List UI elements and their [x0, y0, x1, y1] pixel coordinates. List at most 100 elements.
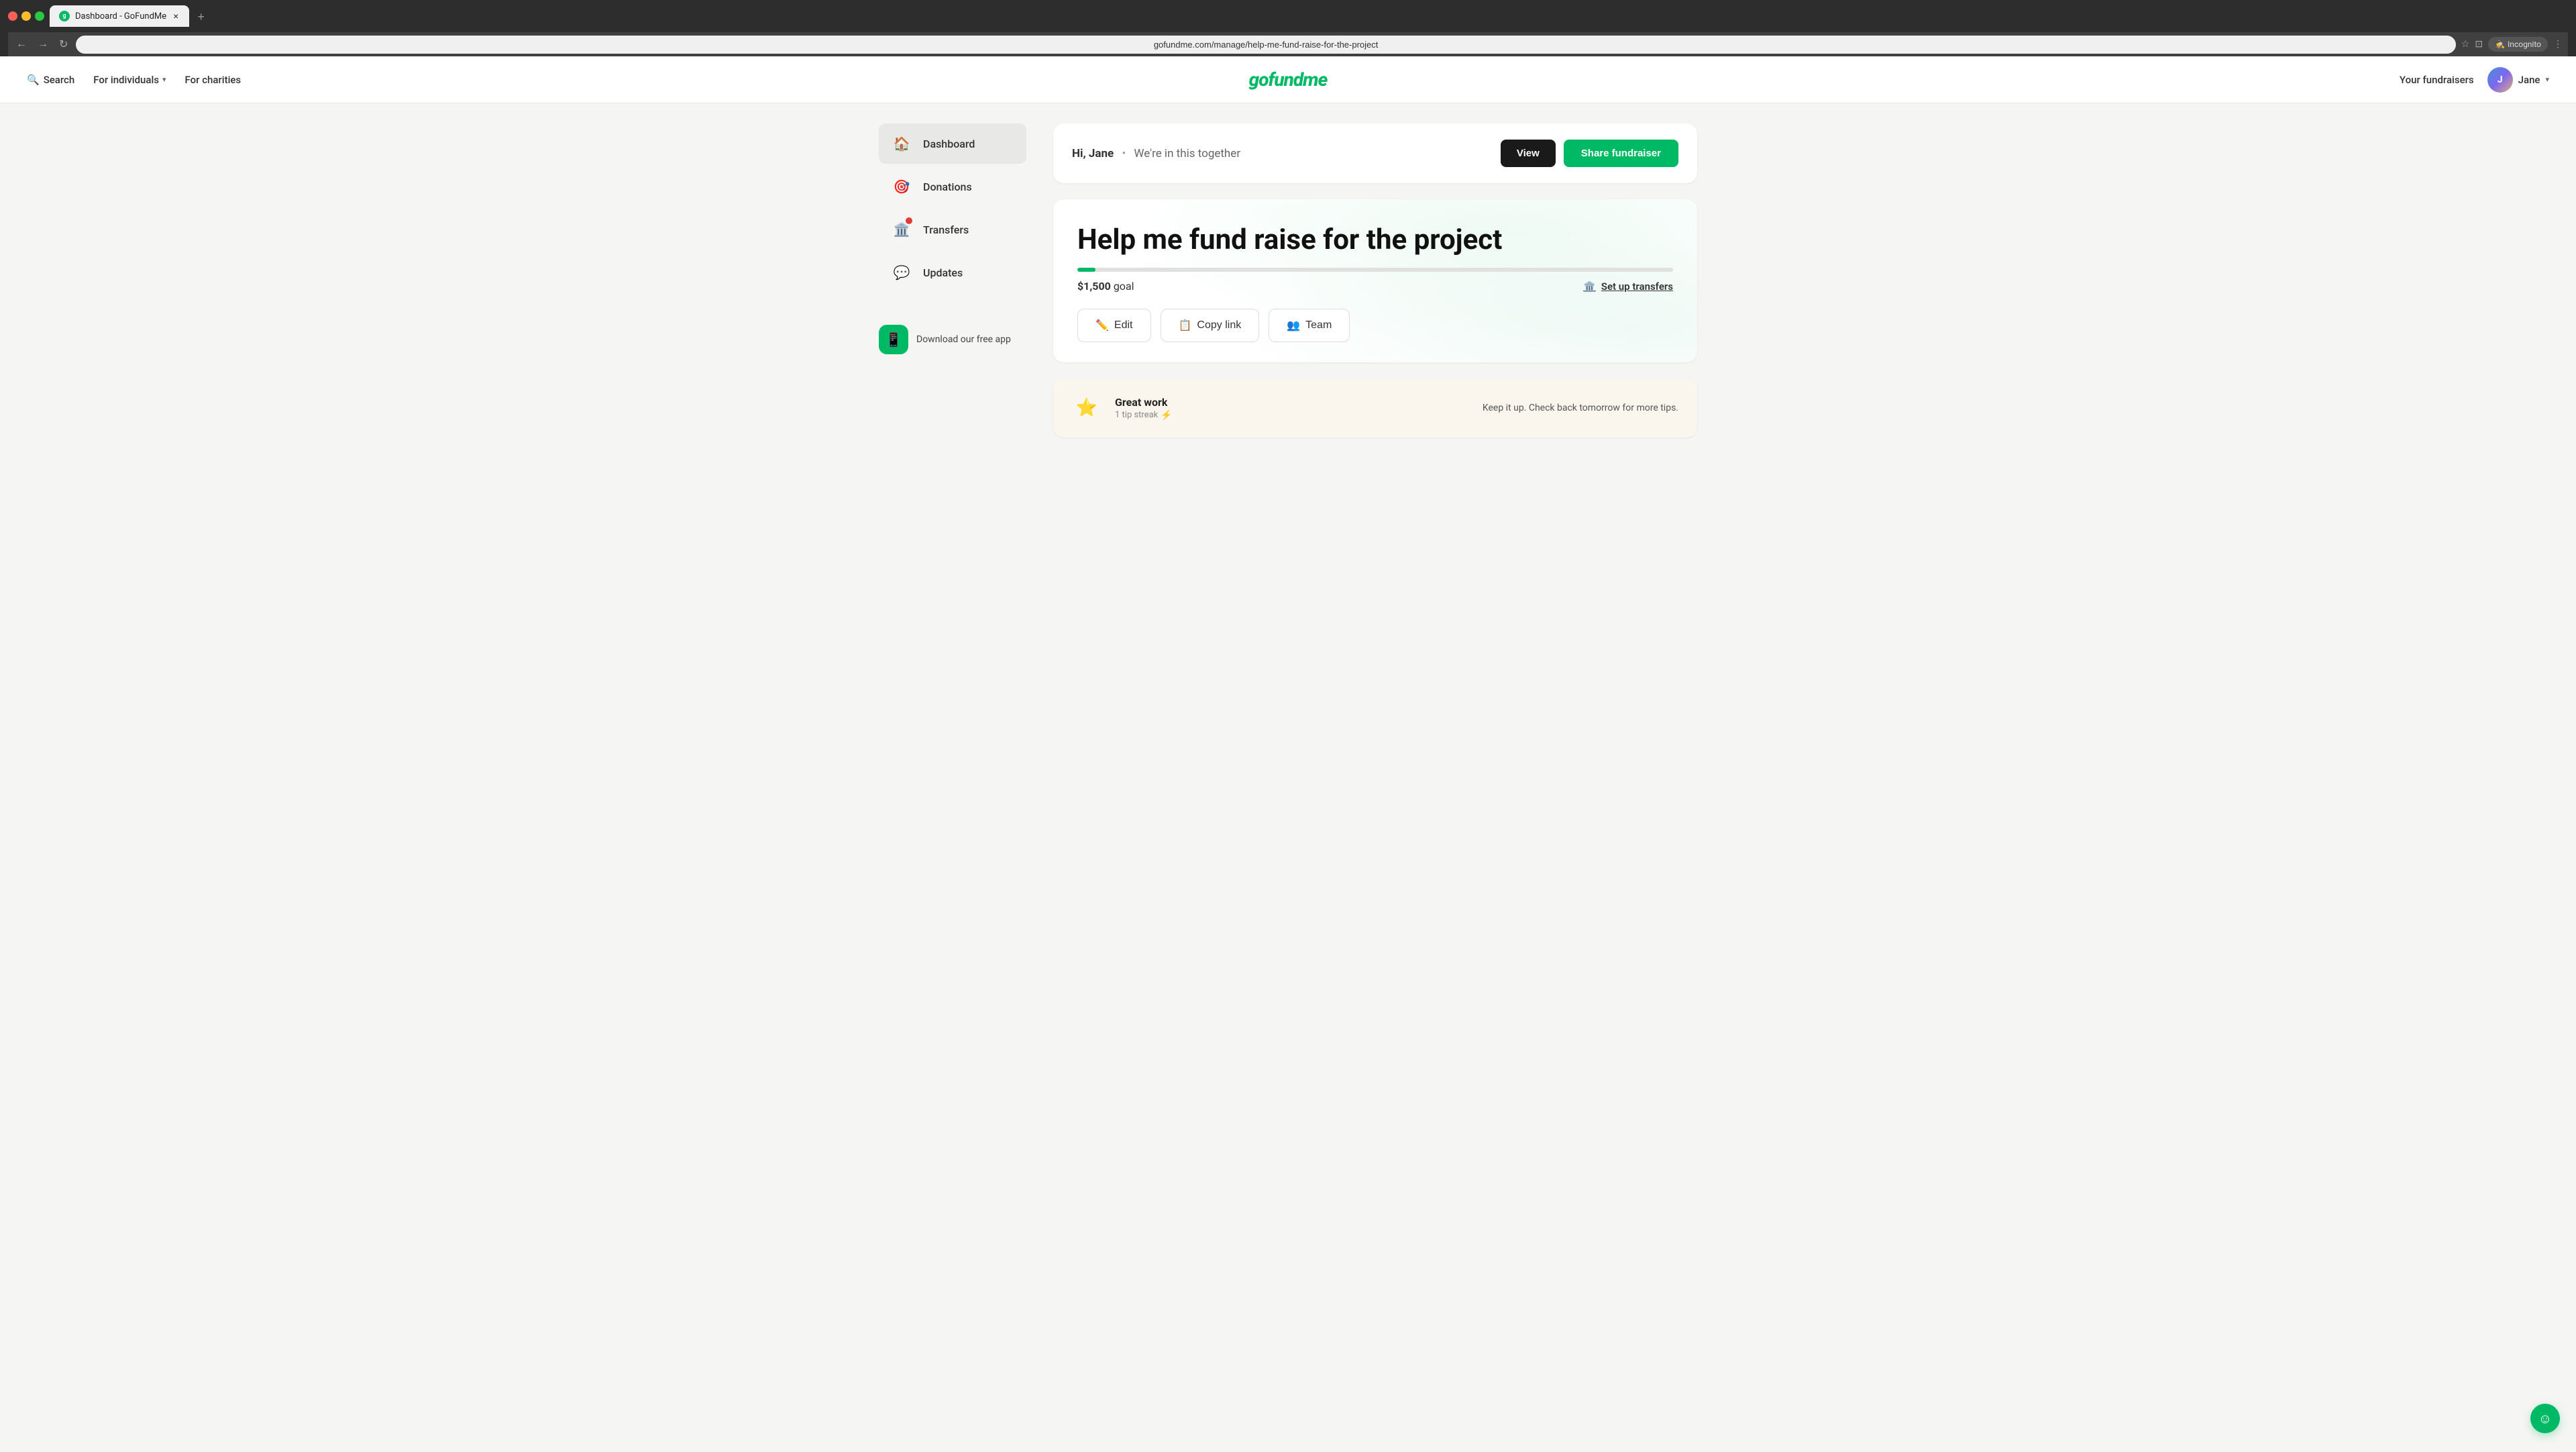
progress-bar [1077, 268, 1673, 272]
incognito-badge: 🕵 Incognito [2488, 37, 2548, 52]
user-name: Jane [2518, 74, 2540, 86]
incognito-label: Incognito [2508, 40, 2541, 49]
refresh-button[interactable]: ↻ [56, 35, 70, 54]
sidebar-item-donations[interactable]: 🎯 Donations [879, 166, 1026, 207]
goal-row: $1,500 goal 🏛️ Set up transfers [1077, 280, 1673, 293]
setup-transfers-link[interactable]: 🏛️ Set up transfers [1583, 280, 1673, 293]
incognito-icon: 🕵 [2495, 40, 2505, 49]
action-buttons: ✏️ Edit 📋 Copy link 👥 Team [1077, 309, 1673, 342]
team-label: Team [1305, 319, 1332, 331]
team-button[interactable]: 👥 Team [1269, 309, 1350, 342]
split-view-icon[interactable]: ⊡ [2475, 39, 2483, 50]
sidebar-item-dashboard[interactable]: 🏠 Dashboard [879, 123, 1026, 164]
lightning-icon: ⚡ [1161, 410, 1172, 421]
window-controls [8, 11, 44, 21]
tip-content: Great work 1 tip streak ⚡ [1115, 396, 1469, 421]
back-button[interactable]: ← [13, 36, 30, 53]
transfers-notification-dot [906, 217, 912, 224]
copy-link-button[interactable]: 📋 Copy link [1161, 309, 1260, 342]
address-bar-row: ← → ↻ ☆ ⊡ 🕵 Incognito ⋮ [8, 32, 2568, 56]
address-input[interactable] [76, 36, 2455, 54]
window-minimize-button[interactable] [21, 11, 31, 21]
tip-streak: 1 tip streak ⚡ [1115, 410, 1469, 421]
goal-amount: $1,500 [1077, 280, 1111, 293]
menu-icon[interactable]: ⋮ [2553, 39, 2563, 50]
chat-widget[interactable]: ☺ [2530, 1404, 2560, 1433]
search-label: Search [44, 74, 75, 86]
user-menu[interactable]: J Jane ▾ [2487, 67, 2549, 93]
app-download-icon: 📱 [879, 325, 908, 354]
user-menu-chevron-icon: ▾ [2545, 75, 2549, 84]
greeting-separator: • [1122, 147, 1126, 160]
edit-button[interactable]: ✏️ Edit [1077, 309, 1151, 342]
avatar: J [2487, 67, 2513, 93]
tab-favicon: g [59, 11, 70, 21]
goal-label: goal [1114, 280, 1134, 293]
for-individuals-label: For individuals [93, 74, 159, 86]
forward-button[interactable]: → [35, 36, 51, 53]
your-fundraisers-link[interactable]: Your fundraisers [2400, 74, 2474, 86]
greeting-section: Hi, Jane • We're in this together [1072, 147, 1240, 160]
header-actions: View Share fundraiser [1501, 140, 1678, 167]
star-icon[interactable]: ☆ [2461, 39, 2470, 50]
tip-star-icon: ⭐ [1072, 393, 1102, 423]
download-app-label: Download our free app [916, 334, 1011, 345]
edit-label: Edit [1114, 319, 1133, 331]
for-individuals-link[interactable]: For individuals ▾ [93, 74, 166, 86]
site-wrapper: 🔍 Search For individuals ▾ For charities… [0, 56, 2576, 1452]
tip-body: Keep it up. Check back tomorrow for more… [1483, 403, 1678, 413]
tab-title: Dashboard - GoFundMe [75, 11, 166, 21]
tip-title: Great work [1115, 396, 1469, 409]
fundraiser-section: Help me fund raise for the project $1,50… [1053, 199, 1697, 362]
dashboard-header-card: Hi, Jane • We're in this together View S… [1053, 123, 1697, 183]
greeting-section: Hi, Jane • We're in this together [1072, 147, 1240, 160]
tab-bar: g Dashboard - GoFundMe × + [50, 5, 210, 27]
download-app-section[interactable]: 📱 Download our free app [879, 319, 1026, 360]
new-tab-button[interactable]: + [192, 7, 210, 27]
logo-center: gofundme [1249, 68, 1328, 91]
sidebar: 🏠 Dashboard 🎯 Donations 🏛️ Transfers 💬 U… [879, 123, 1026, 437]
window-maximize-button[interactable] [35, 11, 44, 21]
sidebar-transfers-label: Transfers [923, 223, 969, 236]
share-fundraiser-button[interactable]: Share fundraiser [1564, 140, 1678, 167]
for-charities-link[interactable]: For charities [185, 74, 241, 86]
team-icon: 👥 [1287, 319, 1300, 332]
for-charities-label: For charities [185, 74, 241, 86]
copy-icon: 📋 [1179, 319, 1192, 332]
site-header: 🔍 Search For individuals ▾ For charities… [0, 56, 2576, 103]
tips-section: ⭐ Great work 1 tip streak ⚡ Keep it up. … [1053, 378, 1697, 437]
main-layout: 🏠 Dashboard 🎯 Donations 🏛️ Transfers 💬 U… [852, 103, 1724, 458]
view-button[interactable]: View [1501, 140, 1556, 167]
goal-text: $1,500 goal [1077, 280, 1134, 293]
header-right: Your fundraisers J Jane ▾ [2400, 67, 2549, 93]
fundraiser-title: Help me fund raise for the project [1077, 223, 1673, 257]
tip-streak-label: 1 tip streak [1115, 410, 1158, 420]
donations-icon: 🎯 [890, 174, 914, 199]
active-tab[interactable]: g Dashboard - GoFundMe × [50, 5, 189, 27]
sidebar-item-transfers[interactable]: 🏛️ Transfers [879, 209, 1026, 250]
greeting-subtitle: We're in this together [1134, 147, 1240, 160]
chevron-down-icon: ▾ [162, 75, 166, 84]
setup-transfers-label: Set up transfers [1601, 280, 1673, 293]
header-left: 🔍 Search For individuals ▾ For charities [27, 74, 241, 86]
tab-close-button[interactable]: × [172, 11, 180, 21]
search-icon: 🔍 [27, 74, 40, 86]
setup-transfers-bank-icon: 🏛️ [1583, 280, 1596, 293]
home-icon: 🏠 [890, 132, 914, 156]
sidebar-dashboard-label: Dashboard [923, 138, 975, 150]
site-logo[interactable]: gofundme [1249, 68, 1328, 91]
window-close-button[interactable] [8, 11, 17, 21]
search-link[interactable]: 🔍 Search [27, 74, 74, 86]
chat-icon: ☺ [2538, 1410, 2552, 1427]
main-content: Hi, Jane • We're in this together View S… [1053, 123, 1697, 437]
address-actions: ☆ ⊡ 🕵 Incognito ⋮ [2461, 37, 2563, 52]
sidebar-item-updates[interactable]: 💬 Updates [879, 252, 1026, 293]
updates-icon: 💬 [890, 260, 914, 284]
greeting-name: Hi, Jane [1072, 147, 1114, 160]
edit-icon: ✏️ [1095, 319, 1109, 332]
browser-controls: g Dashboard - GoFundMe × + [8, 5, 2568, 27]
copy-link-label: Copy link [1197, 319, 1241, 331]
browser-chrome: g Dashboard - GoFundMe × + ← → ↻ ☆ ⊡ 🕵 I… [0, 0, 2576, 56]
sidebar-updates-label: Updates [923, 266, 963, 279]
transfers-icon: 🏛️ [890, 217, 914, 242]
